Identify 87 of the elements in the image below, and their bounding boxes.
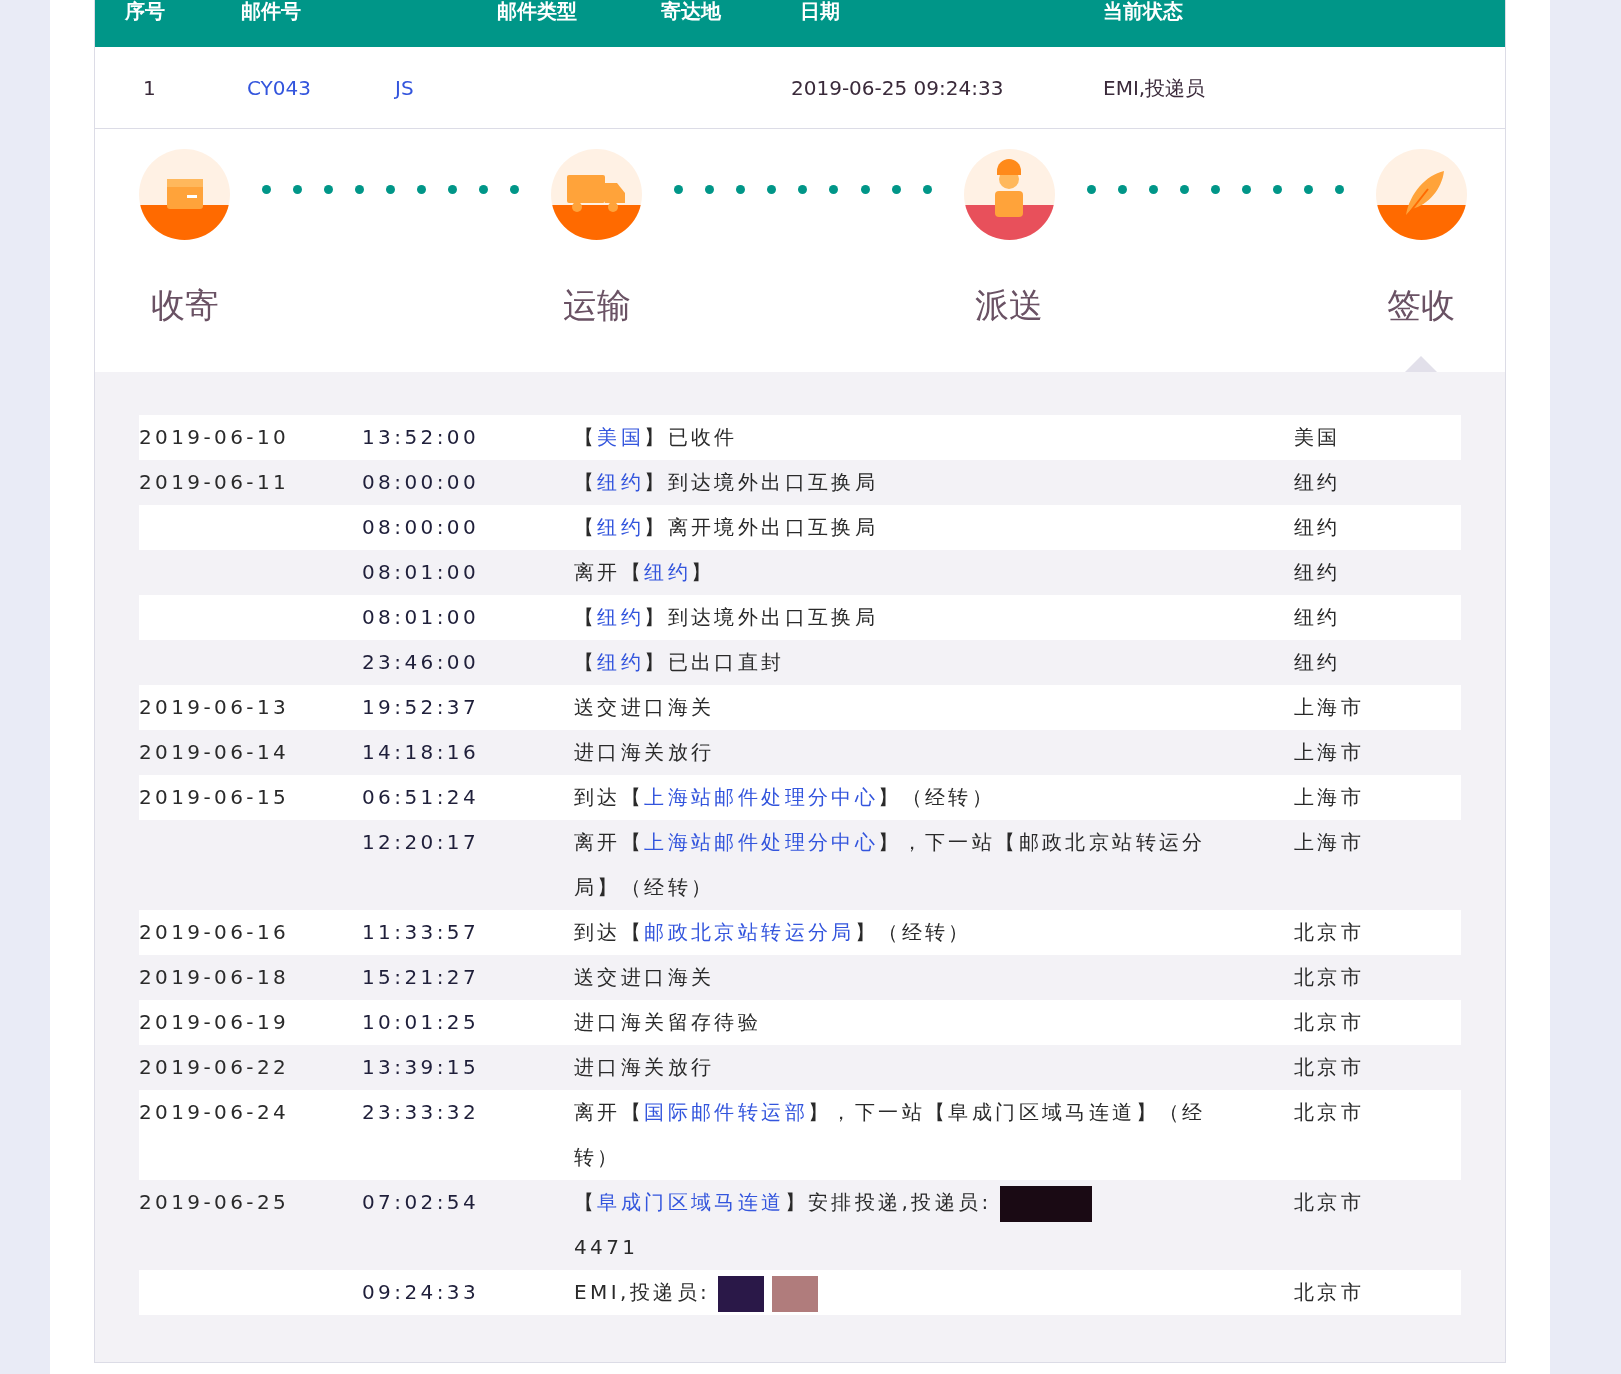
row-date: 2019-06-25 09:24:33	[791, 75, 1004, 102]
step-label: 签收	[1387, 284, 1456, 327]
event-description: 送交进口海关	[574, 965, 715, 989]
place-link[interactable]: 纽约	[597, 515, 645, 539]
place-link[interactable]: 阜成门区域马连道	[597, 1190, 785, 1214]
step-label: 运输	[562, 284, 631, 327]
event-description: 离开【纽约】	[574, 560, 715, 584]
event-date: 2019-06-25	[139, 1190, 290, 1214]
event-location: 北京市	[1294, 920, 1365, 944]
mail-number-link[interactable]: CY043	[247, 73, 311, 103]
event-time: 06:51:24	[362, 785, 480, 809]
row-status: EMI,投递员	[1103, 75, 1206, 102]
event-location: 纽约	[1294, 515, 1341, 539]
event-location: 北京市	[1294, 1280, 1365, 1304]
event-description: 到达【邮政北京站转运分局】（经转）	[574, 920, 972, 944]
event-description: EMI,投递员:	[574, 1280, 819, 1304]
event-description: 离开【国际邮件转运部】，下一站【阜成门区域马连道】（经转）	[574, 1100, 1206, 1169]
place-link[interactable]: 国际邮件转运部	[644, 1100, 808, 1124]
place-link[interactable]: 纽约	[644, 560, 691, 584]
column-header: 当前状态	[1103, 0, 1183, 25]
event-location: 北京市	[1294, 1190, 1365, 1214]
event-description: 离开【上海站邮件处理分中心】，下一站【邮政北京站转运分局】（经转）	[574, 830, 1206, 899]
event-location: 上海市	[1294, 695, 1365, 719]
column-header: 日期	[800, 0, 840, 25]
event-date: 2019-06-11	[139, 470, 290, 494]
event-date: 2019-06-14	[139, 740, 290, 764]
place-link[interactable]: 邮政北京站转运分局	[644, 920, 855, 944]
event-date: 2019-06-19	[139, 1010, 290, 1034]
event-location: 北京市	[1294, 1055, 1365, 1079]
event-time: 13:52:00	[362, 425, 480, 449]
event-location: 纽约	[1294, 470, 1341, 494]
event-location: 北京市	[1294, 965, 1365, 989]
event-date: 2019-06-16	[139, 920, 290, 944]
place-link[interactable]: 上海站邮件处理分中心	[644, 785, 879, 809]
event-date: 2019-06-13	[139, 695, 290, 719]
event-description: 进口海关留存待验	[574, 1010, 762, 1034]
event-time: 19:52:37	[362, 695, 480, 719]
event-description: 【纽约】已出口直封	[574, 650, 785, 674]
place-link[interactable]: 上海站邮件处理分中心	[644, 830, 879, 854]
event-time: 08:00:00	[362, 470, 480, 494]
event-date: 2019-06-18	[139, 965, 290, 989]
column-header: 邮件号	[241, 0, 301, 25]
event-location: 纽约	[1294, 605, 1341, 629]
event-date: 2019-06-24	[139, 1100, 290, 1124]
event-date: 2019-06-22	[139, 1055, 290, 1079]
event-location: 北京市	[1294, 1100, 1365, 1124]
event-time: 08:01:00	[362, 560, 480, 584]
event-location: 上海市	[1294, 785, 1365, 809]
event-time: 11:33:57	[362, 920, 480, 944]
event-location: 纽约	[1294, 560, 1341, 584]
place-link[interactable]: 纽约	[597, 605, 645, 629]
place-link[interactable]: 美国	[597, 425, 645, 449]
event-description: 【纽约】到达境外出口互换局	[574, 470, 879, 494]
event-time: 10:01:25	[362, 1010, 480, 1034]
step-label: 收寄	[150, 284, 219, 327]
event-time: 15:21:27	[362, 965, 480, 989]
event-time: 08:01:00	[362, 605, 480, 629]
event-time: 12:20:17	[362, 830, 480, 854]
event-time: 23:33:32	[362, 1100, 480, 1124]
event-time: 07:02:54	[362, 1190, 480, 1214]
event-location: 北京市	[1294, 1010, 1365, 1034]
event-date: 2019-06-15	[139, 785, 290, 809]
place-link[interactable]: 纽约	[597, 650, 645, 674]
event-description: 进口海关放行	[574, 740, 715, 764]
event-description: 送交进口海关	[574, 695, 715, 719]
column-header: 序号	[125, 0, 165, 25]
mail-number-link[interactable]: JS	[395, 73, 414, 103]
event-description: 【美国】已收件	[574, 425, 738, 449]
column-header: 邮件类型	[497, 0, 577, 25]
place-link[interactable]: 纽约	[597, 470, 645, 494]
event-location: 美国	[1294, 425, 1341, 449]
step-label: 派送	[975, 284, 1044, 327]
column-header: 寄达地	[661, 0, 721, 25]
event-location: 上海市	[1294, 740, 1365, 764]
event-time: 13:39:15	[362, 1055, 480, 1079]
event-description: 进口海关放行	[574, 1055, 715, 1079]
event-time: 09:24:33	[362, 1280, 480, 1304]
event-time: 23:46:00	[362, 650, 480, 674]
event-date: 2019-06-10	[139, 425, 290, 449]
event-description: 【纽约】到达境外出口互换局	[574, 605, 879, 629]
row-index: 1	[143, 75, 156, 102]
event-location: 上海市	[1294, 830, 1365, 854]
event-description: 【纽约】离开境外出口互换局	[574, 515, 879, 539]
event-location: 纽约	[1294, 650, 1341, 674]
event-time: 08:00:00	[362, 515, 480, 539]
event-time: 14:18:16	[362, 740, 480, 764]
event-description: 到达【上海站邮件处理分中心】（经转）	[574, 785, 996, 809]
